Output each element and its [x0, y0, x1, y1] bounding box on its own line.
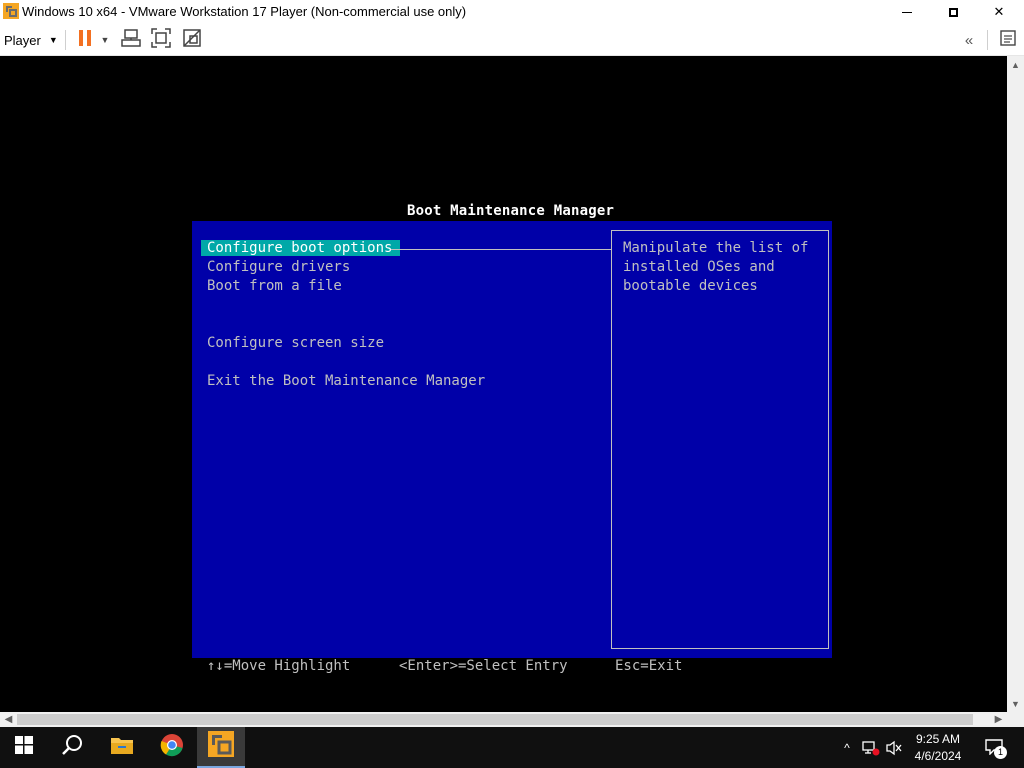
- close-icon: ✕: [993, 4, 1005, 19]
- power-options-dropdown[interactable]: ▼: [96, 29, 114, 51]
- minimize-icon: [902, 11, 912, 13]
- player-menu-button[interactable]: Player ▼: [4, 30, 58, 50]
- pause-icon: [77, 29, 93, 52]
- system-clock[interactable]: 9:25 AM 4/6/2024: [906, 731, 970, 765]
- network-disconnected-icon[interactable]: [862, 739, 880, 757]
- pause-button[interactable]: [74, 29, 96, 51]
- help-text-line: Manipulate the list of: [623, 240, 809, 256]
- send-ctrl-alt-del-button[interactable]: [120, 28, 142, 53]
- windows-taskbar: ^ 9:25 AM 4/6/2024 1: [0, 727, 1024, 768]
- footer-exit-hint: Esc=Exit: [615, 658, 683, 674]
- chevron-down-icon: ▼: [48, 35, 58, 45]
- horizontal-scroll-thumb[interactable]: [17, 714, 973, 725]
- help-connector-line: [391, 249, 611, 250]
- windows-start-icon: [15, 736, 33, 759]
- notifications-button[interactable]: 1: [984, 739, 1007, 759]
- help-text-box: Manipulate the list of installed OSes an…: [611, 230, 829, 649]
- start-button[interactable]: [0, 727, 48, 768]
- notification-count-badge: 1: [994, 746, 1007, 759]
- vm-display[interactable]: Boot Maintenance Manager Configure boot …: [0, 56, 1007, 712]
- window-title: Windows 10 x64 - VMware Workstation 17 P…: [22, 4, 467, 19]
- window-title-bar[interactable]: Windows 10 x64 - VMware Workstation 17 P…: [0, 0, 1024, 24]
- show-hidden-icons-chevron[interactable]: ^: [838, 739, 856, 757]
- toolbar-divider: [65, 30, 66, 50]
- scroll-left-arrow-icon[interactable]: ◀: [0, 712, 17, 727]
- menu-item-configure-screen-size[interactable]: Configure screen size: [207, 335, 384, 351]
- unity-icon: [182, 28, 202, 53]
- scrollbar-corner: [1007, 712, 1024, 727]
- message-log-button[interactable]: [997, 29, 1019, 51]
- dropdown-caret-icon: ▼: [100, 35, 110, 45]
- clock-date: 4/6/2024: [914, 749, 962, 763]
- close-button[interactable]: ✕: [976, 0, 1022, 24]
- scroll-up-arrow-icon[interactable]: ▲: [1007, 56, 1024, 73]
- menu-item-configure-drivers[interactable]: Configure drivers: [207, 259, 350, 275]
- menu-item-boot-from-file[interactable]: Boot from a file: [207, 278, 342, 294]
- maximize-icon: [948, 7, 958, 17]
- menu-item-configure-boot-options[interactable]: Configure boot options: [201, 240, 401, 256]
- footer-move-hint: ↑↓=Move Highlight: [207, 658, 351, 674]
- file-explorer-icon: [110, 735, 134, 760]
- vmware-player-icon: [208, 731, 234, 762]
- maximize-button[interactable]: [930, 0, 976, 24]
- collapse-toolbar-icon: «: [964, 31, 974, 49]
- bios-page-title: Boot Maintenance Manager: [407, 203, 615, 219]
- search-icon: [61, 734, 83, 761]
- chrome-button[interactable]: [148, 727, 196, 768]
- help-text-line: installed OSes and: [623, 259, 775, 275]
- menu-item-exit-boot-manager[interactable]: Exit the Boot Maintenance Manager: [207, 373, 485, 389]
- unity-button[interactable]: [181, 28, 203, 53]
- clock-time: 9:25 AM: [915, 732, 961, 746]
- player-menu-label: Player: [4, 32, 41, 48]
- help-text-line: bootable devices: [623, 278, 758, 294]
- chrome-icon: [160, 733, 184, 762]
- notifications-icon: 1: [985, 739, 1007, 759]
- scroll-right-arrow-icon[interactable]: ▶: [990, 712, 1007, 727]
- full-screen-button[interactable]: [150, 27, 172, 53]
- bios-main-panel: Configure boot options Configure drivers…: [192, 221, 832, 658]
- send-ctrl-alt-del-icon: [121, 28, 141, 53]
- full-screen-icon: [151, 27, 171, 53]
- scroll-down-arrow-icon[interactable]: ▼: [1007, 695, 1024, 712]
- minimize-button[interactable]: [884, 0, 930, 24]
- volume-muted-icon[interactable]: [885, 739, 903, 757]
- message-log-icon: [999, 29, 1017, 52]
- toolbar-divider: [987, 30, 988, 50]
- horizontal-scrollbar[interactable]: ◀ ▶: [0, 712, 1007, 727]
- vmware-app-icon: [3, 3, 19, 19]
- vmware-player-taskbar-button[interactable]: [197, 727, 245, 768]
- vertical-scrollbar[interactable]: ▲ ▼: [1007, 56, 1024, 712]
- collapse-toolbar-button[interactable]: «: [958, 29, 980, 51]
- search-button[interactable]: [48, 727, 96, 768]
- vmware-toolbar: Player ▼ ▼ «: [0, 24, 1024, 56]
- file-explorer-button[interactable]: [98, 727, 146, 768]
- footer-select-hint: <Enter>=Select Entry: [399, 658, 568, 674]
